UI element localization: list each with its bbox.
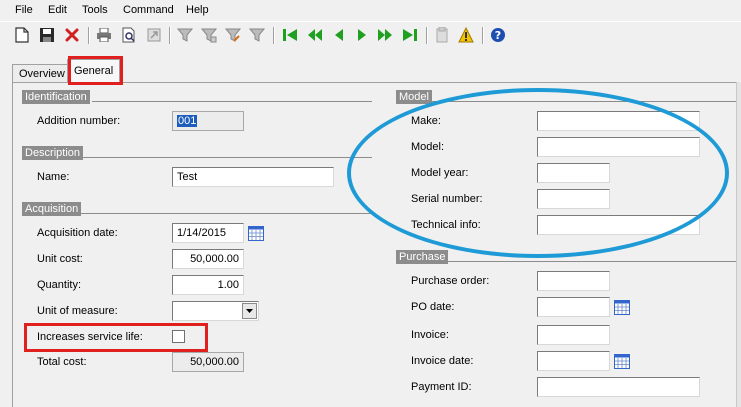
quantity-field[interactable]: 1.00 — [172, 275, 244, 295]
previous-page-icon[interactable] — [306, 26, 324, 44]
model-year-field[interactable] — [537, 163, 610, 183]
description-header: Description — [22, 146, 84, 160]
remove-filter-icon[interactable] — [248, 26, 266, 44]
toolbar-separator — [426, 27, 427, 44]
po-date-field[interactable] — [537, 297, 610, 317]
identification-header: Identification — [22, 90, 90, 104]
payment-id-label: Payment ID: — [411, 381, 472, 393]
svg-text:?: ? — [495, 29, 501, 42]
invoice-field[interactable] — [537, 325, 610, 345]
total-cost-label: Total cost: — [37, 356, 87, 368]
print-preview-icon[interactable] — [120, 26, 138, 44]
divider — [92, 101, 372, 102]
menu-file[interactable]: File — [15, 4, 33, 16]
payment-id-field[interactable] — [537, 377, 700, 397]
purchase-group: Purchase — [396, 250, 736, 264]
attachments-icon[interactable] — [433, 26, 451, 44]
divider — [430, 101, 736, 102]
chevron-down-icon[interactable] — [242, 303, 257, 319]
technical-info-label: Technical info: — [411, 219, 481, 231]
previous-record-icon[interactable] — [330, 26, 348, 44]
description-group: Description — [22, 146, 372, 160]
identification-group: Identification — [22, 90, 372, 104]
help-icon[interactable]: ? — [489, 26, 507, 44]
invoice-date-field[interactable] — [537, 351, 610, 371]
export-icon[interactable] — [145, 26, 163, 44]
name-label: Name: — [37, 171, 70, 183]
scrollbar[interactable] — [736, 82, 741, 407]
calendar-icon[interactable] — [614, 300, 630, 315]
serial-number-field[interactable] — [537, 189, 610, 209]
purchase-order-label: Purchase order: — [411, 275, 490, 287]
addition-number-label: Addition number: — [37, 115, 121, 127]
menu-edit[interactable]: Edit — [48, 4, 67, 16]
toolbar-separator — [482, 27, 483, 44]
toolbar-separator — [273, 27, 274, 44]
next-record-icon[interactable] — [353, 26, 371, 44]
tab-overview[interactable]: Overview — [12, 64, 68, 82]
model-label: Model: — [411, 141, 445, 153]
advanced-filter-icon[interactable] — [224, 26, 242, 44]
filter-by-selection-icon[interactable] — [200, 26, 218, 44]
quantity-label: Quantity: — [37, 279, 82, 291]
menu-command[interactable]: Command — [123, 4, 174, 16]
purchase-order-field[interactable] — [537, 271, 610, 291]
menu-tools[interactable]: Tools — [82, 4, 108, 16]
toolbar-separator — [169, 27, 170, 44]
make-field[interactable] — [537, 111, 700, 131]
divider — [80, 213, 372, 214]
delete-icon[interactable] — [63, 26, 81, 44]
toolbar-separator — [88, 27, 89, 44]
divider — [446, 261, 736, 262]
calendar-icon[interactable] — [248, 226, 264, 241]
increases-service-life-label: Increases service life: — [37, 331, 143, 343]
new-document-icon[interactable] — [13, 26, 31, 44]
divider — [82, 157, 372, 158]
calendar-icon[interactable] — [614, 354, 630, 369]
acquisition-date-label: Acquisition date: — [37, 227, 118, 239]
technical-info-field[interactable] — [537, 215, 700, 235]
invoice-date-label: Invoice date: — [411, 355, 474, 367]
unit-cost-label: Unit cost: — [37, 253, 83, 265]
invoice-label: Invoice: — [411, 329, 449, 341]
name-field[interactable]: Test — [172, 167, 334, 187]
first-record-icon[interactable] — [281, 26, 299, 44]
filter-icon[interactable] — [176, 26, 194, 44]
alert-icon[interactable] — [457, 26, 475, 44]
last-record-icon[interactable] — [401, 26, 419, 44]
print-icon[interactable] — [95, 26, 113, 44]
increases-service-life-checkbox[interactable] — [172, 330, 185, 343]
unit-cost-field[interactable]: 50,000.00 — [172, 249, 244, 269]
acquisition-group: Acquisition — [22, 202, 372, 216]
addition-number-value: 001 — [177, 115, 198, 127]
model-field[interactable] — [537, 137, 700, 157]
serial-number-label: Serial number: — [411, 193, 483, 205]
addition-number-field[interactable]: 001 — [172, 111, 244, 131]
model-year-label: Model year: — [411, 167, 469, 179]
unit-of-measure-label: Unit of measure: — [37, 305, 118, 317]
model-header: Model — [396, 90, 432, 104]
acquisition-date-field[interactable]: 1/14/2015 — [172, 223, 244, 243]
menu-help[interactable]: Help — [186, 4, 209, 16]
acquisition-header: Acquisition — [22, 202, 82, 216]
tab-general[interactable]: General — [67, 59, 120, 83]
po-date-label: PO date: — [411, 301, 455, 313]
next-page-icon[interactable] — [376, 26, 394, 44]
menu-bar: File Edit Tools Command Help — [0, 0, 741, 20]
purchase-header: Purchase — [396, 250, 449, 264]
total-cost-field: 50,000.00 — [172, 352, 244, 372]
model-group: Model — [396, 90, 736, 104]
make-label: Make: — [411, 115, 441, 127]
save-icon[interactable] — [38, 26, 56, 44]
toolbar: ? — [0, 21, 741, 50]
